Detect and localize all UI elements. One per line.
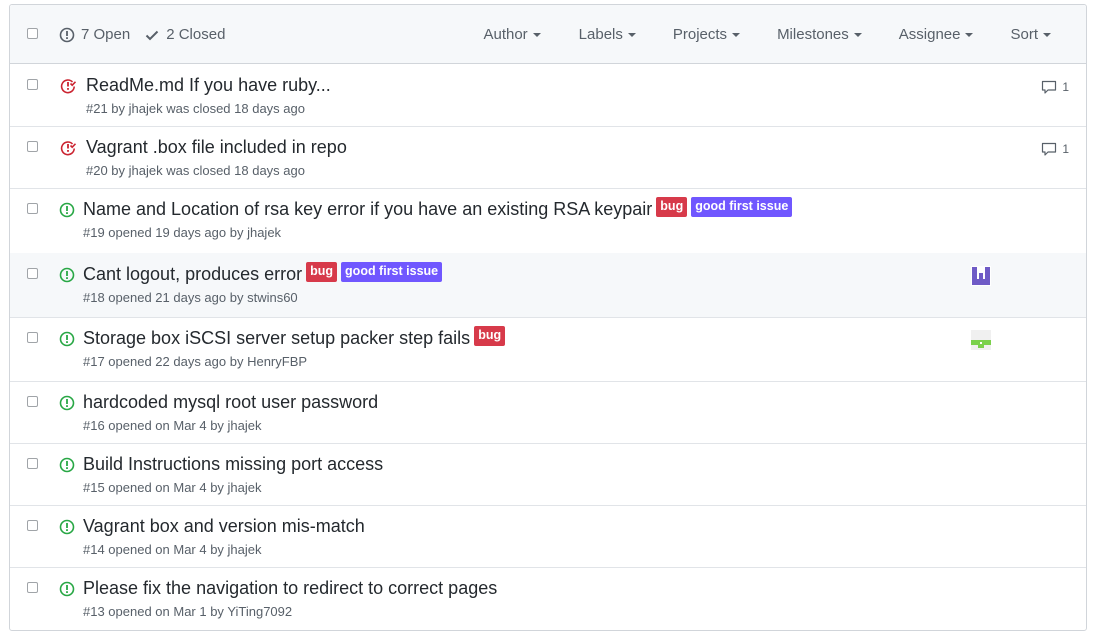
issues-list-header: 7 Open 2 Closed Author Labels Projects Mile… <box>10 5 1086 64</box>
purple-identicon-icon <box>971 266 991 286</box>
issue-title-line: Please fix the navigation to redirect to… <box>83 578 497 599</box>
issue-row[interactable]: Name and Location of rsa key error if yo… <box>10 188 1086 254</box>
filter-bar: Author Labels Projects Milestones Assignee So… <box>483 26 1086 43</box>
issue-state-toggle: 7 Open 2 Closed <box>59 26 239 43</box>
issue-meta: #18 opened 21 days ago by stwins60 <box>83 290 298 305</box>
issue-title-link[interactable]: Storage box iSCSI server setup packer st… <box>83 328 470 349</box>
comment-count[interactable]: 1 <box>1041 79 1069 95</box>
issue-meta: #16 opened on Mar 4 by jhajek <box>83 418 262 433</box>
issues-list-box: 7 Open 2 Closed Author Labels Projects Mile… <box>9 4 1087 631</box>
issue-meta: #15 opened on Mar 4 by jhajek <box>83 480 262 495</box>
filter-projects[interactable]: Projects <box>673 26 777 43</box>
issue-opened-icon <box>59 202 75 223</box>
assignee-avatar[interactable] <box>971 330 991 350</box>
issue-opened-icon <box>59 519 75 540</box>
filter-label: Assignee <box>898 26 961 43</box>
filter-labels[interactable]: Labels <box>579 26 673 43</box>
issue-row[interactable]: Storage box iSCSI server setup packer st… <box>10 317 1086 382</box>
issue-title-link[interactable]: Build Instructions missing port access <box>83 454 383 475</box>
comment-count-label: 1 <box>1062 80 1069 94</box>
issue-opened-icon <box>59 27 75 42</box>
issue-row[interactable]: Vagrant box and version mis-match #14 ope… <box>10 505 1086 568</box>
issue-row[interactable]: Vagrant .box file included in repo #20 by… <box>10 126 1086 189</box>
issue-title-line: Storage box iSCSI server setup packer st… <box>83 325 506 349</box>
issue-row[interactable]: Build Instructions missing port access #1… <box>10 443 1086 506</box>
filter-label: Sort <box>1010 26 1038 43</box>
issue-title-line: Vagrant .box file included in repo <box>86 137 347 158</box>
closed-count-label: 2 Closed <box>166 26 226 43</box>
caret-down-icon <box>965 33 974 37</box>
issue-title-link[interactable]: Vagrant box and version mis-match <box>83 516 365 537</box>
label-good-first-issue[interactable]: good first issue <box>341 261 443 282</box>
issue-opened-icon <box>59 331 75 352</box>
open-count-label: 7 Open <box>81 26 131 43</box>
issue-meta: #19 opened 19 days ago by jhajek <box>83 225 282 240</box>
caret-down-icon <box>1043 33 1051 37</box>
assignee-avatar[interactable] <box>971 266 991 286</box>
issue-title-link[interactable]: ReadMe.md If you have ruby... <box>86 75 331 96</box>
issue-checkbox[interactable] <box>27 79 38 90</box>
comment-count-label: 1 <box>1062 142 1069 156</box>
caret-down-icon <box>732 33 741 37</box>
filter-label: Labels <box>578 26 623 43</box>
open-issues-tab[interactable]: 7 Open <box>59 26 130 43</box>
issue-opened-icon <box>59 267 75 288</box>
caret-down-icon <box>627 33 636 37</box>
issue-title-line: hardcoded mysql root user password <box>83 392 378 413</box>
issue-title-link[interactable]: Please fix the navigation to redirect to… <box>83 578 497 599</box>
issue-row[interactable]: hardcoded mysql root user password #16 op… <box>10 381 1086 444</box>
issue-meta: #13 opened on Mar 1 by YiTing7092 <box>83 604 293 619</box>
issue-opened-icon <box>59 395 75 416</box>
issue-row[interactable]: Cant logout, produces error bug good first… <box>10 253 1086 318</box>
issue-checkbox[interactable] <box>27 332 38 343</box>
label-bug[interactable]: bug <box>656 196 688 217</box>
issue-meta: #14 opened on Mar 4 by jhajek <box>83 542 262 557</box>
comment-icon <box>1042 142 1057 156</box>
filter-label: Author <box>483 26 528 43</box>
issue-title-link[interactable]: Vagrant .box file included in repo <box>86 137 347 158</box>
issue-checkbox[interactable] <box>27 268 38 279</box>
comment-icon <box>1042 80 1057 94</box>
issue-opened-icon <box>59 457 75 478</box>
issue-title-line: Name and Location of rsa key error if yo… <box>83 196 793 220</box>
issue-checkbox[interactable] <box>27 582 38 593</box>
caret-down-icon <box>853 33 862 37</box>
select-all-checkbox[interactable] <box>27 28 38 39</box>
filter-sort[interactable]: Sort <box>1010 26 1086 43</box>
issue-title-line: Vagrant box and version mis-match <box>83 516 365 537</box>
issue-title-line: ReadMe.md If you have ruby... <box>86 75 331 96</box>
issue-title-link[interactable]: Cant logout, produces error <box>83 264 302 285</box>
issue-meta: #20 by jhajek was closed 18 days ago <box>86 163 305 178</box>
issue-title-link[interactable]: hardcoded mysql root user password <box>83 392 378 413</box>
issue-checkbox[interactable] <box>27 396 38 407</box>
issue-meta: #17 opened 22 days ago by HenryFBP <box>83 354 308 369</box>
issue-checkbox[interactable] <box>27 203 38 214</box>
issue-checkbox[interactable] <box>27 141 38 152</box>
issue-checkbox[interactable] <box>27 520 38 531</box>
issue-meta: #21 by jhajek was closed 18 days ago <box>86 101 305 116</box>
issue-checkbox[interactable] <box>27 458 38 469</box>
issue-row[interactable]: ReadMe.md If you have ruby... #21 by jhaj… <box>10 64 1086 127</box>
issue-title-line: Cant logout, produces error bug good first… <box>83 261 443 285</box>
filter-milestones[interactable]: Milestones <box>777 26 899 43</box>
label-good-first-issue[interactable]: good first issue <box>691 196 793 217</box>
issue-opened-icon <box>59 581 75 602</box>
check-icon <box>146 30 159 40</box>
issue-closed-icon <box>60 78 77 99</box>
green-identicon-icon <box>971 330 991 350</box>
closed-issues-tab[interactable]: 2 Closed <box>144 26 225 43</box>
filter-author[interactable]: Author <box>483 26 578 43</box>
caret-down-icon <box>532 33 541 37</box>
label-bug[interactable]: bug <box>474 325 506 346</box>
issue-title-line: Build Instructions missing port access <box>83 454 383 475</box>
comment-count[interactable]: 1 <box>1041 141 1069 157</box>
issue-title-link[interactable]: Name and Location of rsa key error if yo… <box>83 199 652 220</box>
issue-closed-icon <box>60 140 77 161</box>
filter-assignee[interactable]: Assignee <box>899 26 1011 43</box>
issue-row[interactable]: Please fix the navigation to redirect to… <box>10 567 1086 629</box>
filter-label: Milestones <box>777 26 849 43</box>
label-bug[interactable]: bug <box>306 261 338 282</box>
filter-label: Projects <box>672 26 728 43</box>
